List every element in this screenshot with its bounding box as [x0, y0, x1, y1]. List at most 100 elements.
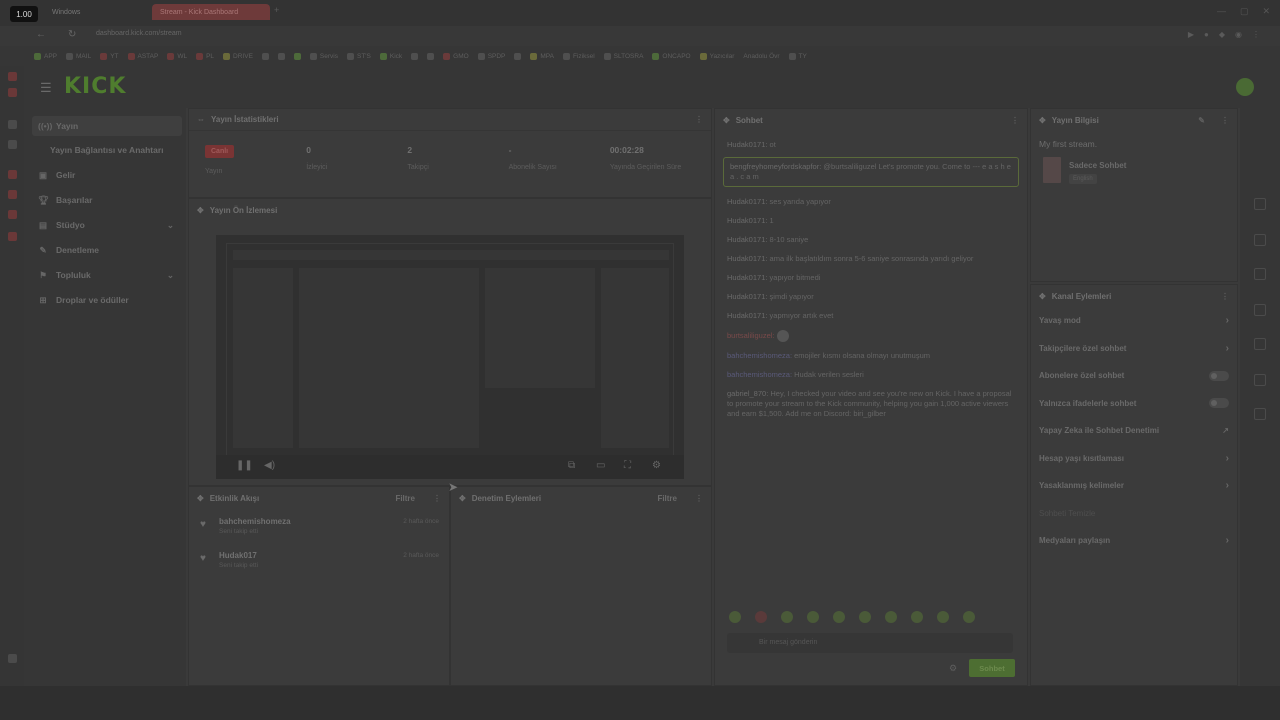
app-icon[interactable]	[8, 190, 17, 199]
tool-icon[interactable]	[1254, 338, 1266, 350]
tool-icon[interactable]	[1254, 304, 1266, 316]
tool-icon[interactable]	[1254, 234, 1266, 246]
settings-icon[interactable]	[8, 654, 17, 663]
url-field[interactable]: dashboard.kick.com/stream	[96, 30, 182, 37]
bookmark[interactable]: DRIVE	[223, 52, 253, 60]
toggle-switch[interactable]	[1209, 370, 1229, 381]
emote-icon[interactable]	[833, 611, 845, 623]
filter-button[interactable]: Filtre	[395, 494, 415, 503]
popout-icon[interactable]: ⧉	[568, 460, 575, 471]
more-options-icon[interactable]: ⋮	[433, 494, 441, 503]
emote-icon[interactable]	[729, 611, 741, 623]
bookmark[interactable]	[261, 52, 269, 60]
action-ai-moderation[interactable]: Yapay Zeka ile Sohbet Denetimi ↗	[1031, 417, 1237, 445]
more-options-icon[interactable]: ⋮	[695, 115, 703, 124]
volume-icon[interactable]: ◀)	[264, 460, 275, 471]
minimize-icon[interactable]: —	[1217, 6, 1226, 17]
bookmark[interactable]: Fiziksel	[563, 52, 595, 60]
chat-send-button[interactable]: Sohbet	[969, 659, 1015, 677]
bookmark[interactable]	[293, 52, 301, 60]
bookmark[interactable]: Anadolu Övr	[743, 53, 779, 60]
bookmark[interactable]: Yazıcılar	[699, 52, 734, 60]
tool-icon[interactable]	[1254, 374, 1266, 386]
bookmark[interactable]: MAIL	[66, 52, 91, 60]
sidebar-item-basarilar[interactable]: 🏆︎ Başarılar	[32, 190, 182, 210]
sidebar-item-gelir[interactable]: ▣ Gelir	[32, 165, 182, 185]
new-tab-icon[interactable]: +	[274, 5, 279, 15]
bookmark[interactable]	[427, 52, 435, 60]
bookmark[interactable]: ASTAP	[127, 52, 158, 60]
maximize-icon[interactable]: ▢	[1240, 6, 1249, 17]
action-followers-only[interactable]: Takipçilere özel sohbet ›	[1031, 335, 1237, 363]
action-banned-words[interactable]: Yasaklanmış kelimeler ›	[1031, 472, 1237, 500]
edit-icon[interactable]: ✎	[1198, 116, 1205, 125]
bookmark[interactable]: ONCAPO	[652, 52, 691, 60]
browser-tab-kick-dashboard[interactable]: Stream - Kick Dashboard	[152, 4, 270, 20]
sidebar-item-yayin[interactable]: ((•)) Yayın	[32, 116, 182, 136]
bookmark[interactable]: APP	[34, 52, 57, 60]
app-icon[interactable]	[8, 210, 17, 219]
stream-video-player[interactable]: ❚❚ ◀) ⧉ ▭ ⛶ ⚙	[216, 235, 684, 479]
action-account-age[interactable]: Hesap yaşı kısıtlaması ›	[1031, 445, 1237, 473]
filter-button[interactable]: Filtre	[657, 494, 677, 503]
emote-icon[interactable]	[963, 611, 975, 623]
menu-icon[interactable]: ⋮	[1252, 30, 1260, 39]
bookmark[interactable]: MPA	[530, 52, 554, 60]
extension-icon[interactable]: ▶	[1188, 30, 1194, 39]
more-options-icon[interactable]: ⋮	[1221, 116, 1229, 125]
x-icon[interactable]	[8, 140, 17, 149]
profile-icon[interactable]: ◉	[1235, 30, 1242, 39]
extension-icon[interactable]: ◆	[1219, 30, 1225, 39]
app-icon[interactable]	[8, 232, 17, 241]
edit-icon[interactable]	[1254, 154, 1266, 166]
emote-icon[interactable]	[859, 611, 871, 623]
bookmark[interactable]: WL	[167, 52, 187, 60]
tool-icon[interactable]	[1254, 198, 1266, 210]
emote-icon[interactable]	[885, 611, 897, 623]
kick-logo[interactable]: KICK	[64, 74, 126, 99]
pin-icon[interactable]	[1254, 444, 1266, 456]
browser-tab-windows[interactable]: Windows	[44, 4, 88, 20]
sidebar-item-denetleme[interactable]: ✎ Denetleme	[32, 240, 182, 260]
emote-icon[interactable]	[937, 611, 949, 623]
emote-icon[interactable]	[781, 611, 793, 623]
emote-icon[interactable]	[755, 611, 767, 623]
close-icon[interactable]: ✕	[1262, 6, 1270, 17]
more-options-icon[interactable]: ⋮	[1011, 116, 1019, 125]
settings-icon[interactable]: ⚙	[652, 460, 661, 471]
bookmark[interactable]: Servis	[309, 52, 338, 60]
more-options-icon[interactable]: ⋮	[1221, 292, 1229, 301]
bookmark[interactable]: Kick	[379, 52, 402, 60]
sidebar-item-droplar[interactable]: ⊞ Droplar ve ödüller	[32, 290, 182, 310]
wrench-icon[interactable]	[1254, 408, 1266, 420]
bookmark[interactable]	[411, 52, 419, 60]
action-share-media[interactable]: Medyaları paylaşın ›	[1031, 527, 1237, 555]
bookmark[interactable]: SLTOSRA	[603, 52, 643, 60]
bookmark[interactable]	[514, 52, 522, 60]
sidebar-item-topluluk[interactable]: ⚑ Topluluk ⌄	[32, 265, 182, 285]
pause-icon[interactable]: ❚❚	[236, 460, 253, 471]
bookmark[interactable]: PL	[196, 52, 214, 60]
action-clear-chat[interactable]: Sohbeti Temizle	[1031, 500, 1237, 528]
bookmark[interactable]: GMO	[443, 52, 469, 60]
chat-message-input[interactable]: Bir mesaj gönderin	[727, 633, 1013, 653]
back-icon[interactable]: ←	[36, 29, 46, 40]
app-icon[interactable]	[8, 170, 17, 179]
theater-icon[interactable]: ▭	[596, 460, 605, 471]
app-icon[interactable]	[8, 88, 17, 97]
extension-icon[interactable]: ●	[1204, 30, 1209, 39]
sidebar-item-studyo[interactable]: ▤ Stüdyo ⌄	[32, 215, 182, 235]
bookmark[interactable]	[277, 52, 285, 60]
toggle-switch[interactable]	[1209, 398, 1229, 409]
sidebar-item-stream-key[interactable]: Yayın Bağlantısı ve Anahtarı	[32, 140, 182, 160]
app-icon[interactable]	[8, 72, 17, 81]
fullscreen-icon[interactable]: ⛶	[624, 460, 631, 471]
emote-icon[interactable]	[911, 611, 923, 623]
action-slow-mode[interactable]: Yavaş mod ›	[1031, 307, 1237, 335]
emote-icon[interactable]	[807, 611, 819, 623]
user-avatar[interactable]	[1236, 78, 1254, 96]
chat-settings-icon[interactable]: ⚙	[949, 663, 957, 674]
more-options-icon[interactable]: ⋮	[695, 494, 703, 503]
app-icon[interactable]	[8, 120, 17, 129]
settings-icon[interactable]	[1254, 118, 1266, 130]
